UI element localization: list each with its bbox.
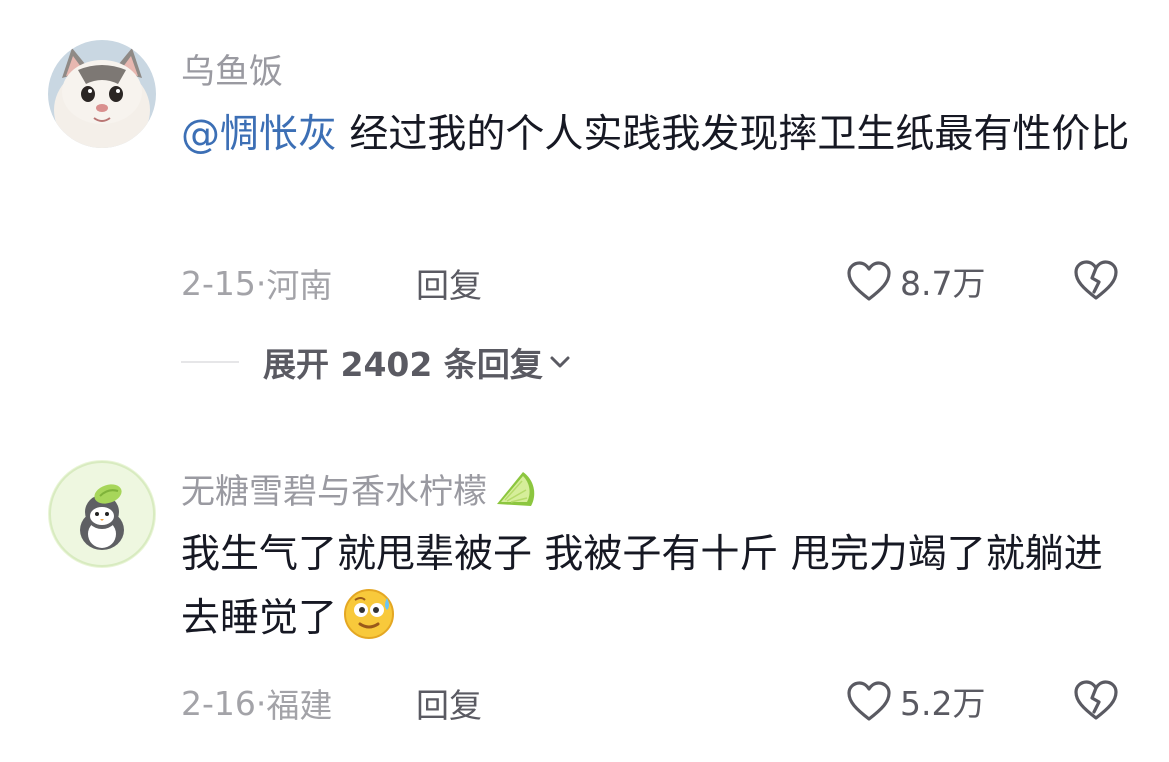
like-count: 5.2万 <box>900 684 986 723</box>
comment-text: @惆怅灰 经过我的个人实践我发现摔卫生纸最有性价比 <box>181 112 1130 157</box>
heart-icon <box>847 681 891 721</box>
divider-line <box>181 361 239 363</box>
comment-meta: 2-15 · 河南 <box>181 259 332 307</box>
expand-replies-label: 展开 2402 条回复 <box>263 345 543 384</box>
dislike-button[interactable] <box>1072 678 1120 726</box>
meta-separator: · <box>255 263 267 303</box>
cat-avatar-icon <box>48 40 156 148</box>
penguin-avatar-icon <box>48 460 156 568</box>
like-button[interactable]: 5.2万 <box>846 677 985 725</box>
like-count: 8.7万 <box>900 264 986 303</box>
username[interactable]: 无糖雪碧与香水柠檬 <box>181 464 535 513</box>
avatar[interactable] <box>48 460 156 568</box>
sweat-smile-emoji <box>341 584 397 657</box>
reply-button[interactable]: 回复 <box>416 259 482 307</box>
meta-separator: · <box>255 683 267 723</box>
avatar[interactable] <box>48 40 156 148</box>
expand-replies-button[interactable]: 展开 2402 条回复 <box>181 338 571 386</box>
dislike-button[interactable] <box>1072 258 1120 306</box>
like-button[interactable]: 8.7万 <box>846 257 985 305</box>
comment-date: 2-15 <box>181 263 256 303</box>
broken-heart-icon <box>1074 260 1118 300</box>
mention-link[interactable]: @惆怅灰 <box>181 112 337 157</box>
comment-meta: 2-16 · 福建 <box>181 679 332 727</box>
heart-icon <box>847 261 891 301</box>
chevron-down-icon <box>550 356 570 368</box>
reply-button[interactable]: 回复 <box>416 679 482 727</box>
comment-location: 福建 <box>266 686 333 725</box>
comment-date: 2-16 <box>181 683 256 723</box>
lime-icon <box>497 471 535 506</box>
comment-text: 我生气了就甩辈被子 我被子有十斤 甩完力竭了就躺进去睡觉了 <box>181 526 1141 657</box>
username[interactable]: 乌鱼饭 <box>181 44 283 93</box>
comment-location: 河南 <box>266 266 333 305</box>
broken-heart-icon <box>1074 680 1118 720</box>
